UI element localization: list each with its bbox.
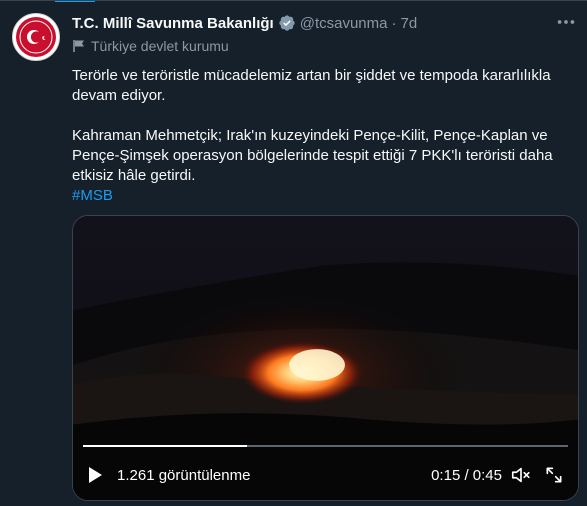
separator-dot: · — [391, 14, 397, 32]
msb-logo-icon — [16, 17, 56, 57]
view-count: 1.261 görüntülenme — [117, 467, 251, 484]
tweet-header: T.C. Millî Savunma Bakanlığı @tcsavunma … — [72, 13, 417, 33]
video-player[interactable]: 1.261 görüntülenme 0:15 / 0:45 — [72, 215, 579, 501]
volume-icon[interactable] — [510, 464, 532, 486]
tweet[interactable]: T.C. Millî Savunma Bakanlığı @tcsavunma … — [0, 0, 587, 506]
video-progress-bar[interactable] — [83, 445, 568, 447]
hashtag-link[interactable]: #MSB — [72, 187, 113, 204]
avatar[interactable] — [12, 13, 60, 61]
display-name[interactable]: T.C. Millî Savunma Bakanlığı — [72, 15, 274, 32]
video-frame — [73, 216, 578, 500]
tweet-timestamp[interactable]: 7d — [400, 15, 417, 32]
affiliation-text: Türkiye devlet kurumu — [91, 38, 229, 54]
flag-icon — [73, 40, 84, 52]
more-icon[interactable] — [555, 11, 577, 33]
tweet-paragraph-1: Terörle ve teröristle mücadelemiz artan … — [72, 67, 551, 104]
tweet-text: Terörle ve teröristle mücadelemiz artan … — [72, 66, 572, 206]
fullscreen-icon[interactable] — [544, 465, 564, 485]
verified-badge-icon — [279, 15, 295, 31]
video-time: 0:15 / 0:45 — [431, 467, 502, 484]
affiliation-label: Türkiye devlet kurumu — [72, 38, 229, 54]
play-icon[interactable] — [87, 466, 103, 484]
user-handle[interactable]: @tcsavunma — [300, 15, 388, 32]
tweet-paragraph-2: Kahraman Mehmetçik; Irak'ın kuzeyindeki … — [72, 127, 553, 184]
video-progress-fill — [83, 445, 248, 447]
video-controls: 1.261 görüntülenme 0:15 / 0:45 — [73, 460, 578, 490]
